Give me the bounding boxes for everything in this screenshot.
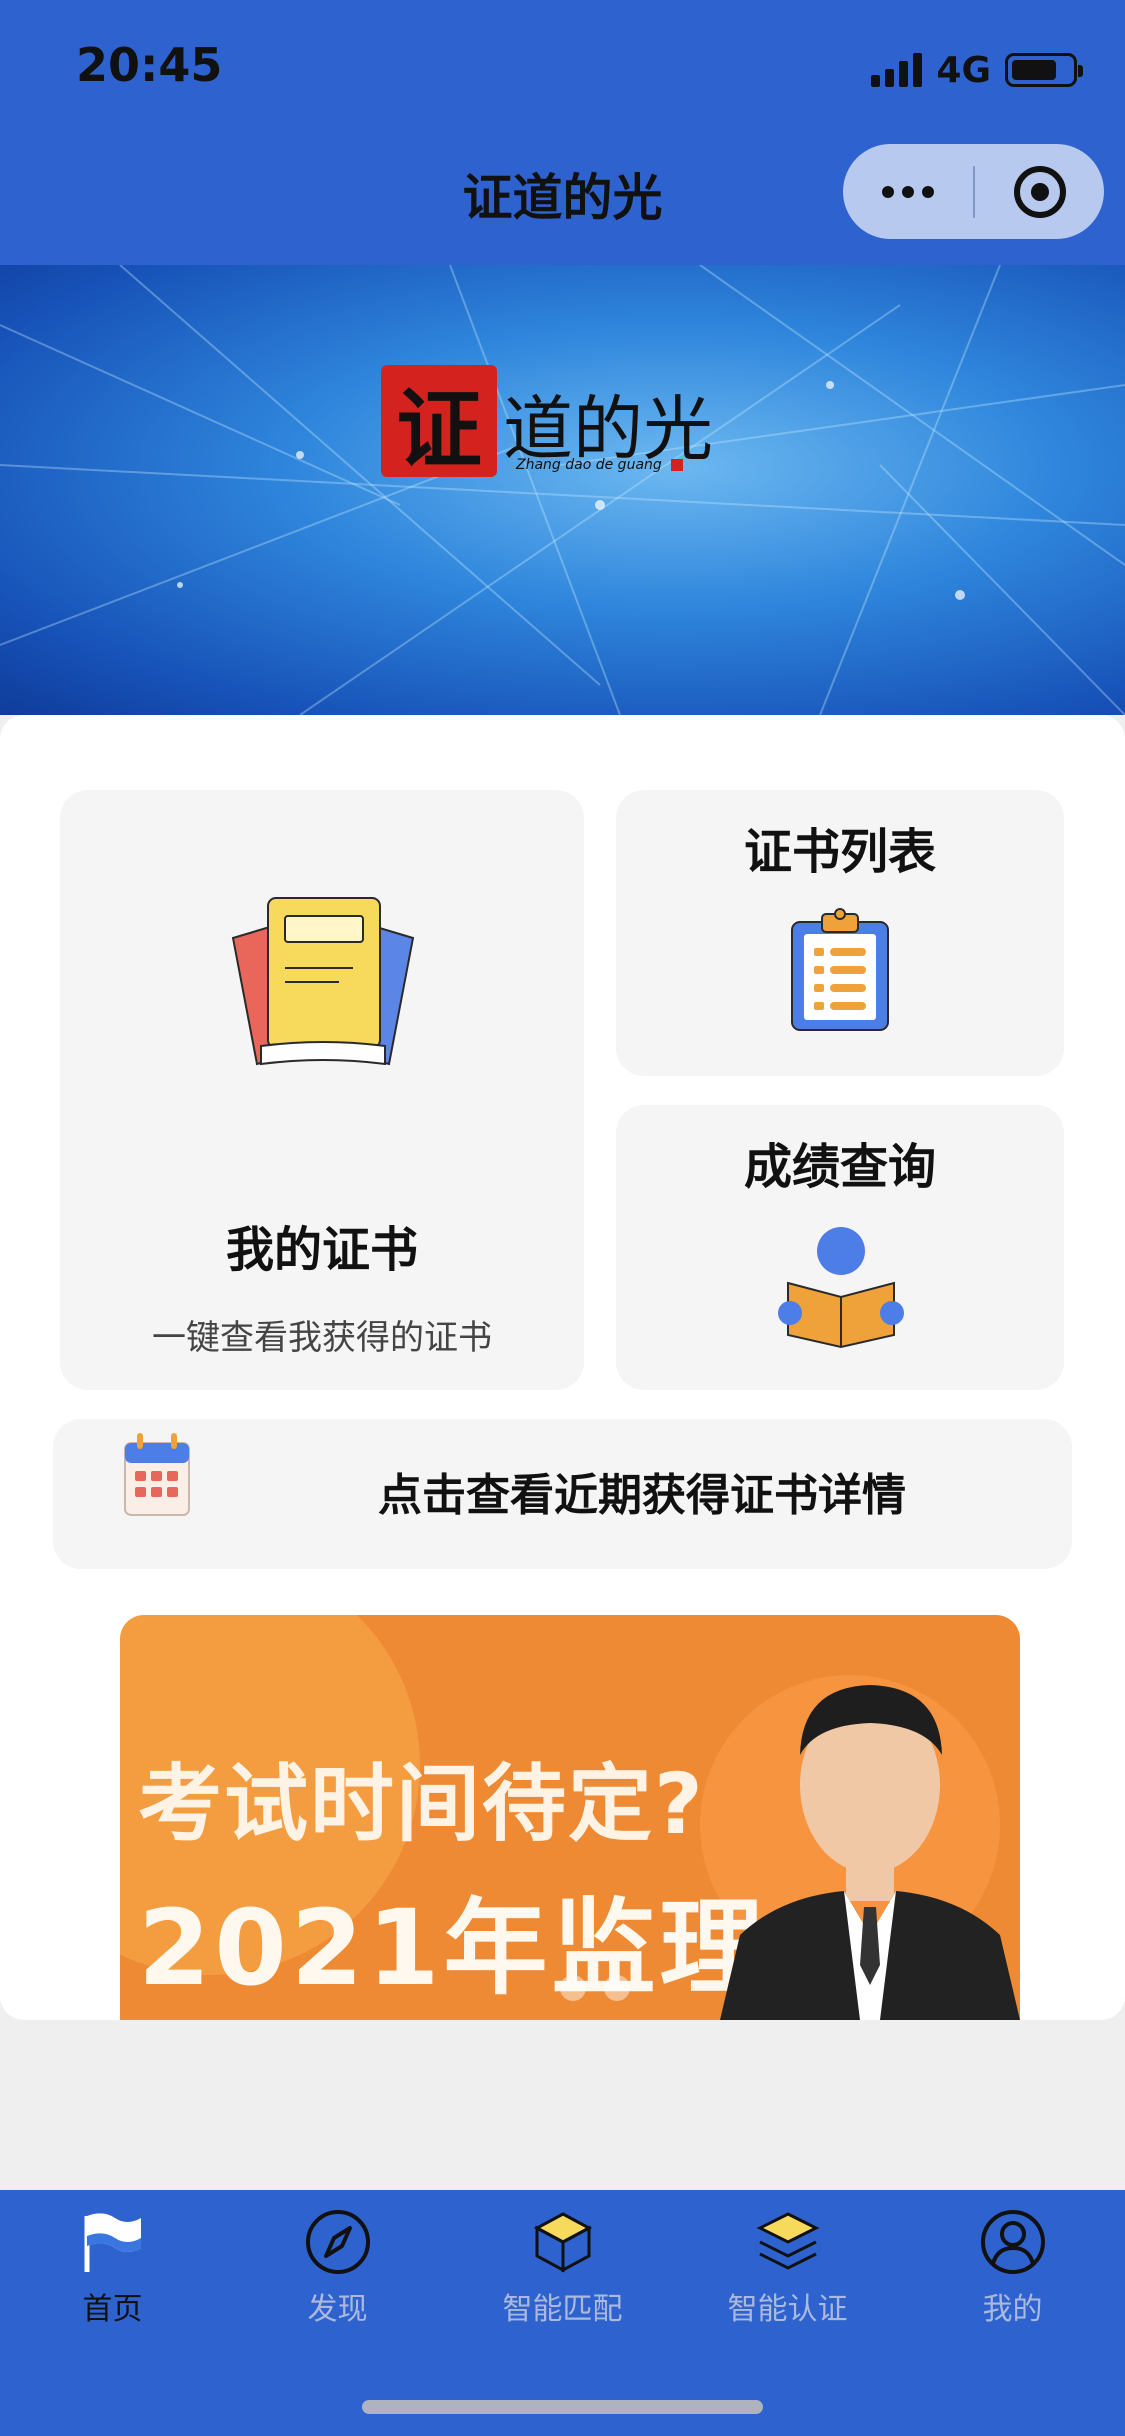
reader-icon <box>778 1227 904 1349</box>
promo-subheadline: 2021年监理 <box>138 1887 768 2009</box>
tab-home[interactable]: 首页 <box>0 2190 225 2340</box>
recent-certificates-text: 点击查看近期获得证书详情 <box>378 1470 906 1521</box>
layers-icon <box>756 2212 820 2270</box>
ellipsis-icon[interactable] <box>843 144 973 239</box>
tab-label: 智能认证 <box>727 2292 848 2327</box>
my-certificates-card[interactable]: 我的证书 一键查看我获得的证书 <box>60 790 584 1390</box>
logo-dot <box>671 459 683 471</box>
home-indicator <box>362 2400 763 2414</box>
tab-mine[interactable]: 我的 <box>900 2190 1125 2340</box>
score-query-title: 成绩查询 <box>743 1139 936 1195</box>
my-certificates-title: 我的证书 <box>225 1222 418 1278</box>
promo-carousel[interactable]: 考试时间待定? 2021年监理 <box>120 1615 1020 2020</box>
certificate-list-title: 证书列表 <box>743 824 936 880</box>
promo-headline: 考试时间待定? <box>138 1755 705 1853</box>
tab-discover[interactable]: 发现 <box>225 2190 450 2340</box>
presenter-photo <box>720 1685 1020 2020</box>
recent-certificates-card[interactable]: 点击查看近期获得证书详情 <box>53 1419 1072 1569</box>
certificate-list-card[interactable]: 证书列表 <box>616 790 1064 1076</box>
my-certificates-subtitle: 一键查看我获得的证书 <box>152 1318 492 1358</box>
status-indicators: 4G <box>871 48 1083 92</box>
tab-smart-match[interactable]: 智能匹配 <box>450 2190 675 2340</box>
brand-logo: 证 道的光 Zhang dao de guang <box>381 365 721 485</box>
books-icon <box>231 897 415 1066</box>
logo-seal: 证 <box>381 365 497 480</box>
tab-smart-certify[interactable]: 智能认证 <box>675 2190 900 2340</box>
compass-icon <box>306 2210 370 2274</box>
tab-label: 智能匹配 <box>502 2292 623 2327</box>
carousel-dot[interactable] <box>560 1975 586 2001</box>
network-lines-decoration <box>0 265 1125 715</box>
calendar-icon <box>124 1433 190 1516</box>
status-time: 20:45 <box>76 38 223 92</box>
miniprogram-capsule <box>843 144 1104 239</box>
hero-banner: 证 道的光 Zhang dao de guang <box>0 265 1125 715</box>
tab-label: 发现 <box>307 2292 368 2327</box>
user-icon <box>981 2210 1045 2274</box>
carousel-dot[interactable] <box>604 1975 630 2001</box>
network-type: 4G <box>936 49 991 91</box>
box-icon <box>533 2212 593 2273</box>
logo-pinyin: Zhang dao de guang <box>516 457 662 473</box>
target-icon[interactable] <box>975 144 1104 239</box>
battery-icon <box>1005 53 1083 87</box>
score-query-card[interactable]: 成绩查询 <box>616 1105 1064 1390</box>
signal-icon <box>871 53 923 87</box>
tab-label: 我的 <box>982 2292 1043 2327</box>
tab-label: 首页 <box>82 2292 143 2327</box>
clipboard-list-icon <box>791 908 889 1031</box>
top-bar: 20:45 4G 证道的光 <box>0 0 1125 265</box>
carousel-dots[interactable] <box>560 1975 630 2001</box>
flag-icon <box>84 2213 141 2272</box>
main-content: 我的证书 一键查看我获得的证书 证书列表 成绩查询 点击查看近期获得证书详情 考… <box>0 715 1125 2020</box>
